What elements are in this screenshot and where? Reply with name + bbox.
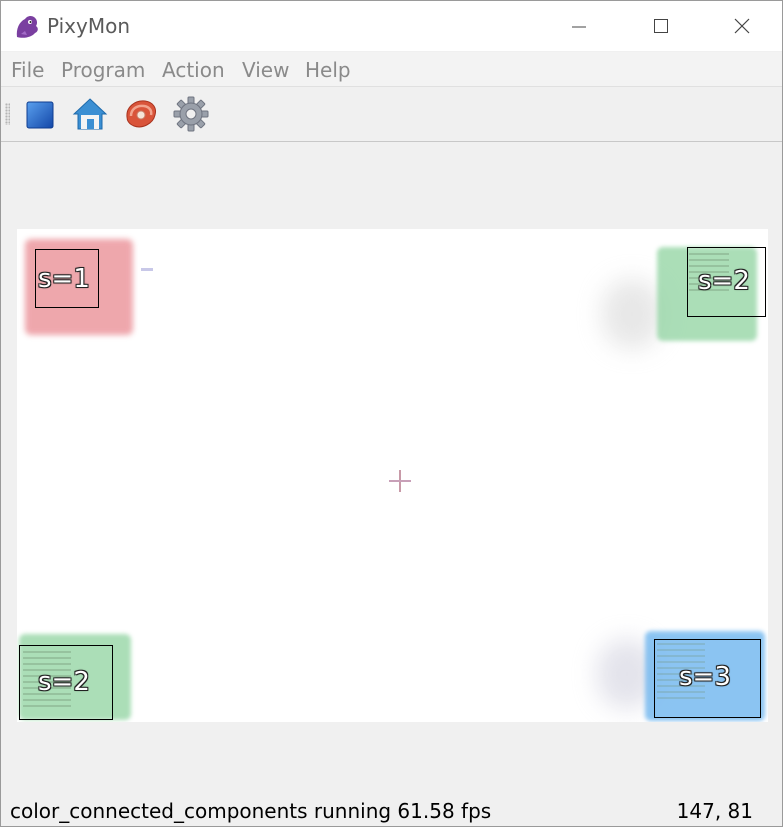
maximize-icon [654, 19, 668, 33]
raw-video-button[interactable] [122, 95, 160, 133]
menu-program[interactable]: Program [61, 58, 145, 82]
close-button[interactable] [725, 11, 759, 41]
stop-button[interactable] [21, 95, 59, 133]
home-icon [72, 98, 108, 130]
signature-label: s=3 [679, 662, 731, 692]
status-bar: color_connected_components running 61.58… [1, 793, 782, 825]
app-window: PixyMon File Program Action View Help s=… [0, 0, 783, 827]
cursor-coordinates: 147, 81 [676, 799, 753, 823]
detection-box: s=2 [19, 645, 113, 720]
menu-action[interactable]: Action [162, 58, 225, 82]
home-button[interactable] [71, 95, 109, 133]
stop-square-icon [26, 101, 54, 129]
settings-button[interactable] [172, 95, 210, 133]
menu-view[interactable]: View [242, 58, 289, 82]
gear-icon [173, 96, 209, 132]
minimize-icon [572, 26, 586, 28]
pixymon-logo-icon [13, 13, 41, 41]
detection-box: s=2 [687, 247, 766, 317]
status-message: color_connected_components running 61.58… [10, 799, 492, 823]
raw-meat-icon [126, 100, 156, 128]
toolbar-grip[interactable] [5, 103, 10, 125]
camera-view[interactable]: s=1 s=2 s=2 s=3 [17, 229, 768, 722]
menu-bar: File Program Action View Help [1, 52, 782, 87]
toolbar [1, 87, 782, 142]
maximize-button[interactable] [644, 11, 678, 41]
signature-label: s=2 [38, 667, 90, 697]
signature-label: s=1 [38, 264, 90, 294]
detection-box: s=1 [35, 249, 99, 308]
crosshair-icon [389, 470, 411, 492]
menu-help[interactable]: Help [305, 58, 351, 82]
menu-file[interactable]: File [11, 58, 44, 82]
noise-mark [141, 268, 153, 271]
close-icon [734, 18, 750, 34]
detection-box: s=3 [654, 639, 761, 718]
title-bar: PixyMon [1, 1, 782, 51]
window-title: PixyMon [47, 14, 131, 38]
signature-label: s=2 [698, 266, 750, 296]
minimize-button[interactable] [562, 11, 596, 41]
object-shadow [602, 279, 662, 349]
